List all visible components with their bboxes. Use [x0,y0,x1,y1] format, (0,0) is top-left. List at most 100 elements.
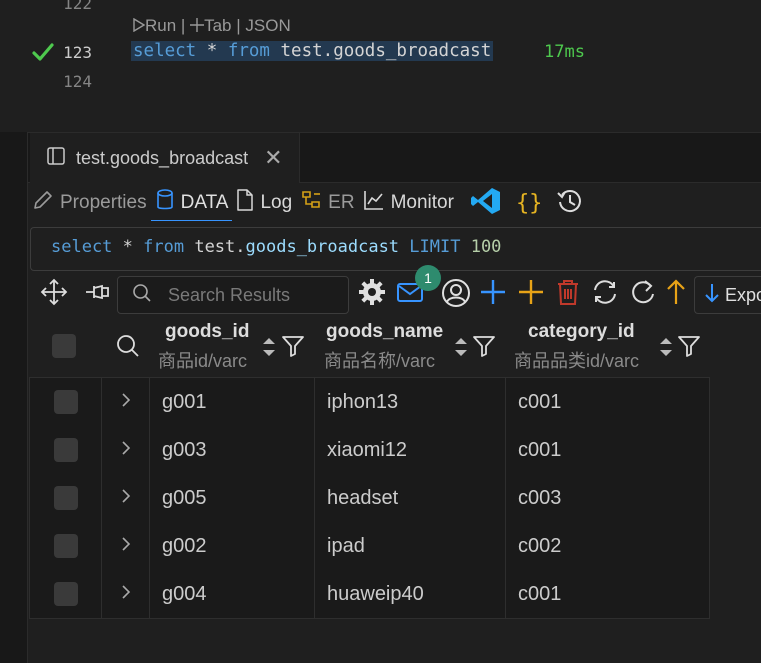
expand-row-button[interactable] [102,426,150,474]
table-row[interactable]: g004 huaweip40 c001 [30,570,709,618]
result-panel: test.goods_broadcast ✕ Properties DATA L… [28,132,761,663]
chevron-right-icon [121,583,131,606]
column-header-goods-id[interactable]: goods_id 商品id/varc [156,317,316,377]
add-column-icon[interactable] [517,278,545,306]
expand-row-button[interactable] [102,378,150,426]
tab-monitor[interactable]: Monitor [359,185,458,221]
extra-toolbar: {} [470,186,585,221]
tab-properties[interactable]: Properties [28,185,151,221]
row-checkbox[interactable] [30,522,102,570]
cell-goods-id[interactable]: g002 [150,522,315,570]
move-icon[interactable] [40,278,68,306]
cell-goods-id[interactable]: g003 [150,426,315,474]
search-icon[interactable] [116,334,140,358]
table-row[interactable]: g003 xiaomi12 c001 [30,426,709,474]
row-checkbox[interactable] [30,378,102,426]
cell-category-id[interactable]: c001 [506,570,710,618]
plus-icon [190,18,205,32]
cell-goods-name[interactable]: xiaomi12 [315,426,506,474]
cell-goods-name[interactable]: ipad [315,522,506,570]
line-number: 122 [63,0,92,13]
tab-goods-broadcast[interactable]: test.goods_broadcast ✕ [30,133,300,183]
tab-title: test.goods_broadcast [76,147,249,168]
gear-icon[interactable] [358,278,386,306]
table-header: goods_id 商品id/varc goods_name 商品名称/varc [28,317,761,377]
keyword: from [227,41,270,61]
add-row-icon[interactable] [479,278,507,306]
pencil-icon [32,189,54,217]
cell-goods-name[interactable]: headset [315,474,506,522]
expand-row-button[interactable] [102,474,150,522]
sql-query-box[interactable]: select * from test.goods_broadcast LIMIT… [30,227,761,271]
table-name: goods_broadcast [245,237,400,257]
sync-icon[interactable] [591,278,619,306]
run-codelens[interactable]: Run [133,16,181,35]
checkbox-box [53,582,78,606]
refresh-icon[interactable] [629,278,657,306]
cell-category-id[interactable]: c002 [506,522,710,570]
checkbox-box [52,334,76,358]
filter-icon[interactable] [472,335,496,362]
table-row[interactable]: g001 iphon13 c001 [30,378,709,426]
limit-value: 100 [470,237,502,257]
column-header-goods-name[interactable]: goods_name 商品名称/varc [322,317,512,377]
row-checkbox[interactable] [30,426,102,474]
file-icon [236,189,254,217]
export-button[interactable]: Expo [694,276,761,314]
keyword: select [133,41,197,61]
sort-icon[interactable] [261,335,277,364]
sql-editor[interactable]: 122 123 124 Run | Tab | JSON select * fr… [0,0,761,132]
pin-icon[interactable] [84,278,112,306]
cell-goods-id[interactable]: g001 [150,378,315,426]
arrow-down-icon [703,282,721,309]
row-checkbox[interactable] [30,474,102,522]
codelens-separator: | [236,16,241,35]
column-type: 商品品类id/varc [514,351,640,371]
view-tabs: Properties DATA Log ER Monitor {} [28,185,584,221]
column-name: goods_name [326,321,444,342]
chart-line-icon [363,189,385,217]
cell-goods-name[interactable]: huaweip40 [315,570,506,618]
tab-er[interactable]: ER [296,185,358,221]
keyword: LIMIT [399,237,471,257]
cell-category-id[interactable]: c003 [506,474,710,522]
database-icon [155,188,175,217]
codelens-bar: Run | Tab | JSON [133,16,291,36]
table-row[interactable]: g002 ipad c002 [30,522,709,570]
tab-data[interactable]: DATA [150,185,233,221]
keyword: from [143,237,185,257]
cell-category-id[interactable]: c001 [506,378,710,426]
filter-icon[interactable] [281,335,305,362]
add-tab-codelens[interactable]: Tab [190,16,236,35]
cell-category-id[interactable]: c001 [506,426,710,474]
expand-row-button[interactable] [102,522,150,570]
user-icon[interactable] [441,278,471,308]
vscode-icon[interactable] [470,186,502,221]
history-icon[interactable] [556,187,584,220]
cell-goods-id[interactable]: g005 [150,474,315,522]
table-row[interactable]: g005 headset c003 [30,474,709,522]
json-codelens[interactable]: JSON [245,16,290,35]
sql-text: select * from test.goods_broadcast LIMIT… [51,237,501,257]
column-header-category-id[interactable]: category_id 商品品类id/varc [513,317,723,377]
select-all-checkbox[interactable] [52,334,76,358]
row-checkbox[interactable] [30,570,102,618]
chevron-right-icon [121,535,131,558]
search-input[interactable] [168,284,348,306]
cell-goods-name[interactable]: iphon13 [315,378,506,426]
search-results-box[interactable] [117,276,349,314]
close-icon[interactable]: ✕ [264,145,282,171]
filter-icon[interactable] [677,335,701,362]
braces-icon[interactable]: {} [516,191,543,216]
arrow-up-icon[interactable] [665,278,687,306]
checkbox-box [53,486,78,510]
tab-log[interactable]: Log [232,185,296,221]
tab-label: Monitor [390,192,454,213]
cell-goods-id[interactable]: g004 [150,570,315,618]
sort-icon[interactable] [453,335,469,364]
trash-icon[interactable] [555,278,581,306]
query-line[interactable]: select * from test.goods_broadcast [131,41,494,61]
sort-icon[interactable] [658,335,674,364]
expand-row-button[interactable] [102,570,150,618]
checkbox-box [53,534,78,558]
